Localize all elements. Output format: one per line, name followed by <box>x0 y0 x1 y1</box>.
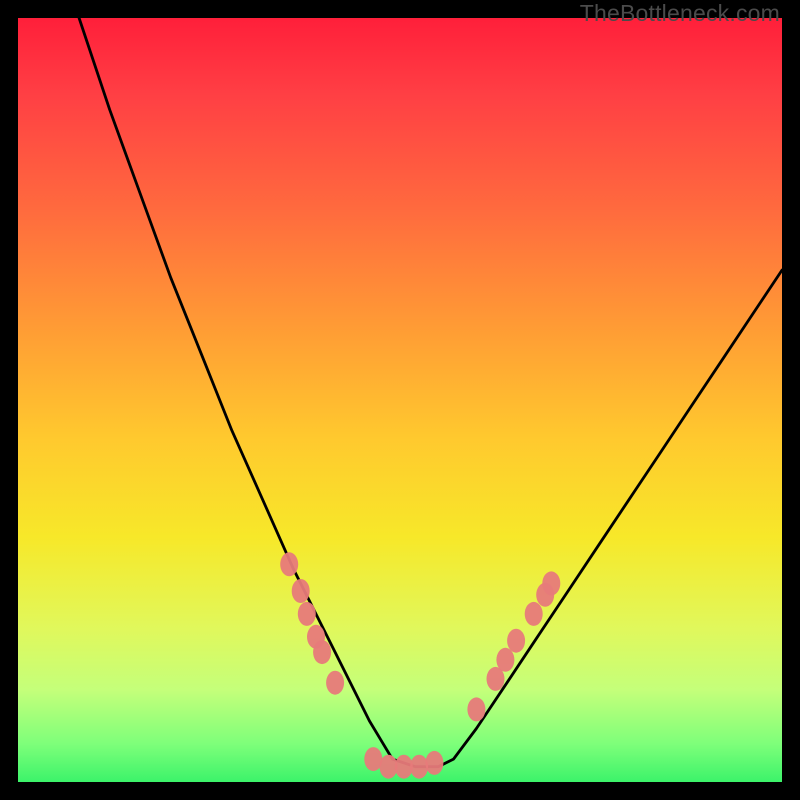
marker-point <box>292 579 310 603</box>
marker-point <box>425 751 443 775</box>
marker-point <box>525 602 543 626</box>
marker-point <box>326 671 344 695</box>
chart-frame: TheBottleneck.com <box>0 0 800 800</box>
chart-svg <box>18 18 782 782</box>
plot-area <box>18 18 782 782</box>
bottleneck-curve <box>79 18 782 767</box>
curve-layer <box>79 18 782 767</box>
marker-point <box>280 552 298 576</box>
marker-point <box>542 571 560 595</box>
marker-point <box>496 648 514 672</box>
marker-point <box>313 640 331 664</box>
marker-point <box>395 755 413 779</box>
marker-point <box>410 755 428 779</box>
marker-point <box>467 697 485 721</box>
marker-point <box>298 602 316 626</box>
watermark-text: TheBottleneck.com <box>580 0 780 27</box>
marker-point <box>507 629 525 653</box>
